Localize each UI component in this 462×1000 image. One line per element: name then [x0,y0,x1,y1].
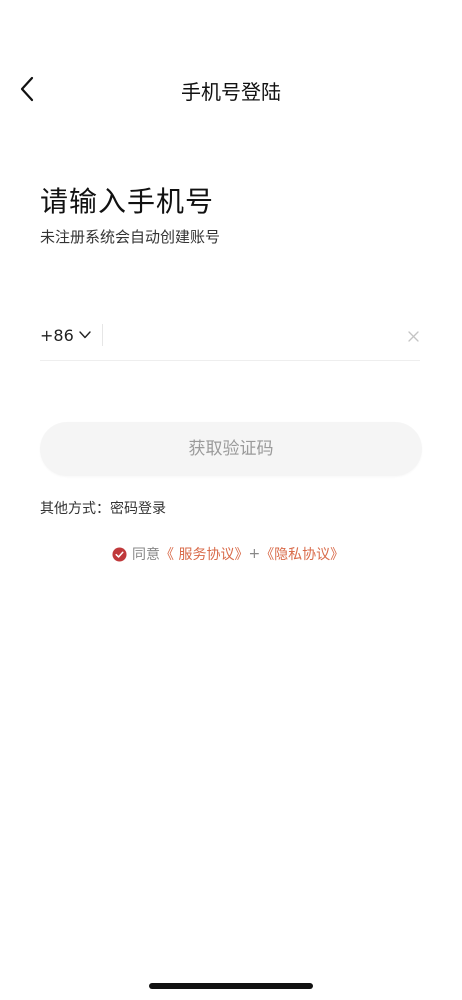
get-code-button[interactable]: 获取验证码 [40,422,422,476]
subheading: 未注册系统会自动创建账号 [40,228,221,246]
home-indicator [149,983,313,989]
other-methods-label: 其他方式： [40,501,110,517]
check-circle-icon[interactable] [112,546,127,562]
chevron-down-icon [79,331,91,339]
agree-label: 同意 [132,547,160,563]
page-title: 手机号登陆 [181,80,281,104]
country-code: +86 [40,325,74,345]
agreement-row: 同意 《 服务协议》 + 《隐私协议》 [112,545,344,563]
phone-number-input[interactable] [112,322,386,350]
privacy-agreement-link[interactable]: 《隐私协议》 [260,544,344,564]
clear-button[interactable] [407,328,420,342]
password-login-link[interactable]: 密码登录 [110,501,166,517]
nav-bar: 手机号登陆 [0,64,462,114]
divider [102,324,103,346]
other-methods: 其他方式：密码登录 [40,498,166,518]
agreement-plus: + [248,546,261,562]
heading: 请输入手机号 [40,185,215,218]
close-icon [408,331,419,342]
country-code-select[interactable]: +86 [40,324,91,346]
phone-input-row: +86 [40,310,420,361]
service-agreement-link[interactable]: 《 服务协议》 [160,544,248,564]
